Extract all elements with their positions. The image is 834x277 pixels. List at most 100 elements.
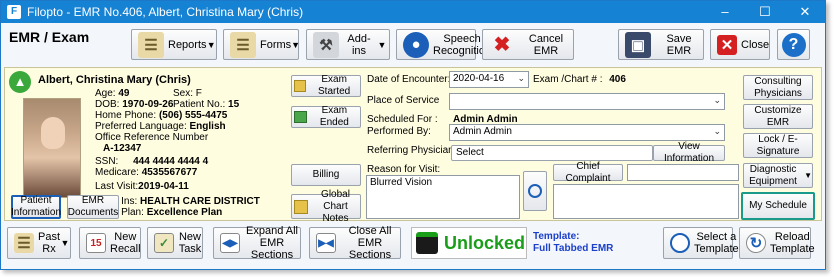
cancel-x-icon: ✖	[493, 34, 511, 56]
chevron-down-icon: ▼	[377, 39, 387, 50]
lock-status: Unlocked	[411, 227, 527, 259]
prescription-icon: ☰	[14, 233, 34, 253]
view-information-button[interactable]: View Information	[653, 141, 725, 164]
new-task-button[interactable]: ✓ New Task	[147, 227, 203, 259]
sex-label: Sex:	[173, 88, 194, 99]
floppy-disk-icon: ▣	[625, 31, 651, 58]
home-phone-value: (506) 555-4475	[158, 110, 228, 121]
referring-physician-label: Referring Physician	[367, 145, 454, 156]
save-emr-button[interactable]: ▣ Save EMR	[618, 29, 704, 60]
patient-name: Albert, Christina Mary (Chris)	[38, 74, 191, 86]
chevron-down-icon: ▼	[804, 170, 812, 180]
chart-number-label: Exam /Chart # :	[533, 74, 603, 85]
prim-plan-value: Excellence Plan	[146, 207, 223, 218]
dob-value: 1970-09-26	[122, 99, 174, 110]
expand-all-button[interactable]: ◀▶ Expand All EMR Sections	[213, 225, 301, 261]
help-button[interactable]: ?	[777, 29, 810, 60]
close-icon: ✕	[717, 34, 737, 55]
maximize-icon[interactable]: ☐	[745, 1, 785, 23]
lock-esignature-button[interactable]: Lock / E-Signature	[743, 133, 813, 158]
tools-icon: ⚒	[313, 31, 339, 58]
chief-complaint-field[interactable]	[627, 164, 739, 181]
patient-information-button[interactable]: Patient Information	[11, 195, 61, 219]
date-of-encounter-field[interactable]: 2020-04-16 ⌄	[449, 71, 529, 88]
footer-toolbar: ☰ Past Rx ▼ 15 New Recall ✓ New Task ◀▶ …	[1, 223, 825, 269]
app-icon: F	[7, 5, 21, 19]
billing-button[interactable]: Billing	[291, 164, 361, 186]
toolbar: EMR / Exam ☰ Reports ▼ ☰ Forms ▼ ⚒ Add-i…	[1, 23, 825, 65]
close-window-icon[interactable]: ✕	[785, 1, 825, 23]
title-bar: F Filopto - EMR No.406, Albert, Christin…	[1, 1, 825, 23]
exam-panel: ▲ Albert, Christina Mary (Chris) Age: 49…	[4, 67, 822, 224]
place-of-service-label: Place of Service	[367, 95, 440, 106]
consulting-physicians-button[interactable]: Consulting Physicians	[743, 75, 813, 100]
scheduled-for-label: Scheduled For :	[367, 114, 438, 125]
reload-template-button[interactable]: ↻ Reload Template	[739, 227, 815, 259]
language-value: English	[189, 121, 226, 132]
performed-by-select[interactable]: Admin Admin ⌄	[449, 124, 725, 141]
close-all-button[interactable]: ▶◀ Close All EMR Sections	[309, 225, 401, 261]
referring-physician-select-button[interactable]: Select	[451, 145, 653, 161]
chief-complaint-text-area[interactable]	[553, 184, 739, 219]
diagnostic-equipment-button[interactable]: Diagnostic Equipment ▼	[743, 163, 813, 188]
expand-icon: ◀▶	[220, 233, 240, 253]
speech-recognition-button[interactable]: ● Speech Recognition	[396, 29, 491, 60]
chart-number-value: 406	[609, 74, 626, 85]
place-of-service-select[interactable]: ⌄	[449, 93, 725, 110]
cancel-emr-button[interactable]: ✖ Cancel EMR	[482, 29, 574, 60]
office-ref-label: Office Reference Number	[95, 132, 209, 143]
global-chart-notes-button[interactable]: Global Chart Notes	[291, 189, 361, 224]
page-title: EMR / Exam	[9, 29, 90, 45]
prim-ins-value: HEALTH CARE DISTRICT	[140, 196, 260, 207]
forms-button[interactable]: ☰ Forms ▼	[223, 29, 301, 60]
language-label: Preferred Language:	[95, 121, 187, 132]
magnify-icon	[670, 233, 690, 253]
notes-icon	[294, 199, 308, 214]
window-title: Filopto - EMR No.406, Albert, Christina …	[27, 5, 304, 19]
calendar-icon: 15	[86, 233, 106, 253]
reason-for-visit-label: Reason for Visit:	[367, 164, 441, 175]
chief-complaint-button[interactable]: Chief Complaint	[553, 161, 623, 184]
face-shape	[41, 117, 65, 149]
lock-icon	[416, 232, 438, 254]
template-label: Template:	[533, 231, 580, 242]
date-of-encounter-label: Date of Encounter:	[367, 74, 451, 85]
reports-icon: ☰	[138, 31, 164, 58]
patient-photo	[23, 98, 81, 198]
magnify-search-button[interactable]	[523, 171, 547, 211]
age-value: 49	[118, 88, 130, 99]
magnify-icon	[528, 184, 542, 198]
past-rx-button[interactable]: ☰ Past Rx ▼	[7, 227, 71, 259]
exam-ended-button[interactable]: Exam Ended	[291, 105, 361, 128]
medicare-label: Medicare:	[95, 167, 139, 178]
exam-started-button[interactable]: Exam Started	[291, 74, 361, 97]
chevron-down-icon: ⌄	[713, 95, 721, 105]
minimize-icon[interactable]: –	[705, 1, 745, 23]
performed-by-label: Performed By:	[367, 126, 431, 137]
collapse-icon: ▶◀	[316, 233, 336, 253]
home-phone-label: Home Phone:	[95, 110, 157, 121]
help-icon: ?	[781, 32, 806, 57]
forms-icon: ☰	[230, 31, 256, 58]
my-schedule-button[interactable]: My Schedule	[741, 192, 815, 220]
reason-for-visit-textarea[interactable]: Blurred Vision	[366, 175, 520, 219]
close-button[interactable]: ✕ Close	[710, 29, 770, 60]
chevron-down-icon: ▼	[206, 39, 216, 50]
addins-button[interactable]: ⚒ Add-ins ▼	[306, 29, 390, 60]
patient-no-value: 15	[228, 99, 240, 110]
checkmark-icon	[294, 111, 307, 123]
reports-button[interactable]: ☰ Reports ▼	[131, 29, 217, 60]
chevron-down-icon: ⌄	[713, 126, 721, 136]
emr-window: F Filopto - EMR No.406, Albert, Christin…	[0, 0, 826, 270]
ssn-label: SSN:	[95, 156, 119, 167]
customize-emr-button[interactable]: Customize EMR	[743, 104, 813, 129]
emr-documents-button[interactable]: EMR Documents	[67, 195, 119, 219]
new-recall-button[interactable]: 15 New Recall	[79, 227, 141, 259]
lock-status-text: Unlocked	[444, 232, 526, 253]
arrow-up-icon[interactable]: ▲	[9, 71, 31, 93]
medicare-value: 4535567677	[141, 167, 198, 178]
select-template-button[interactable]: Select a Template	[663, 227, 739, 259]
reload-icon: ↻	[746, 233, 766, 253]
patient-no-label: Patient No.:	[173, 99, 226, 110]
chevron-down-icon: ▼	[291, 39, 301, 50]
